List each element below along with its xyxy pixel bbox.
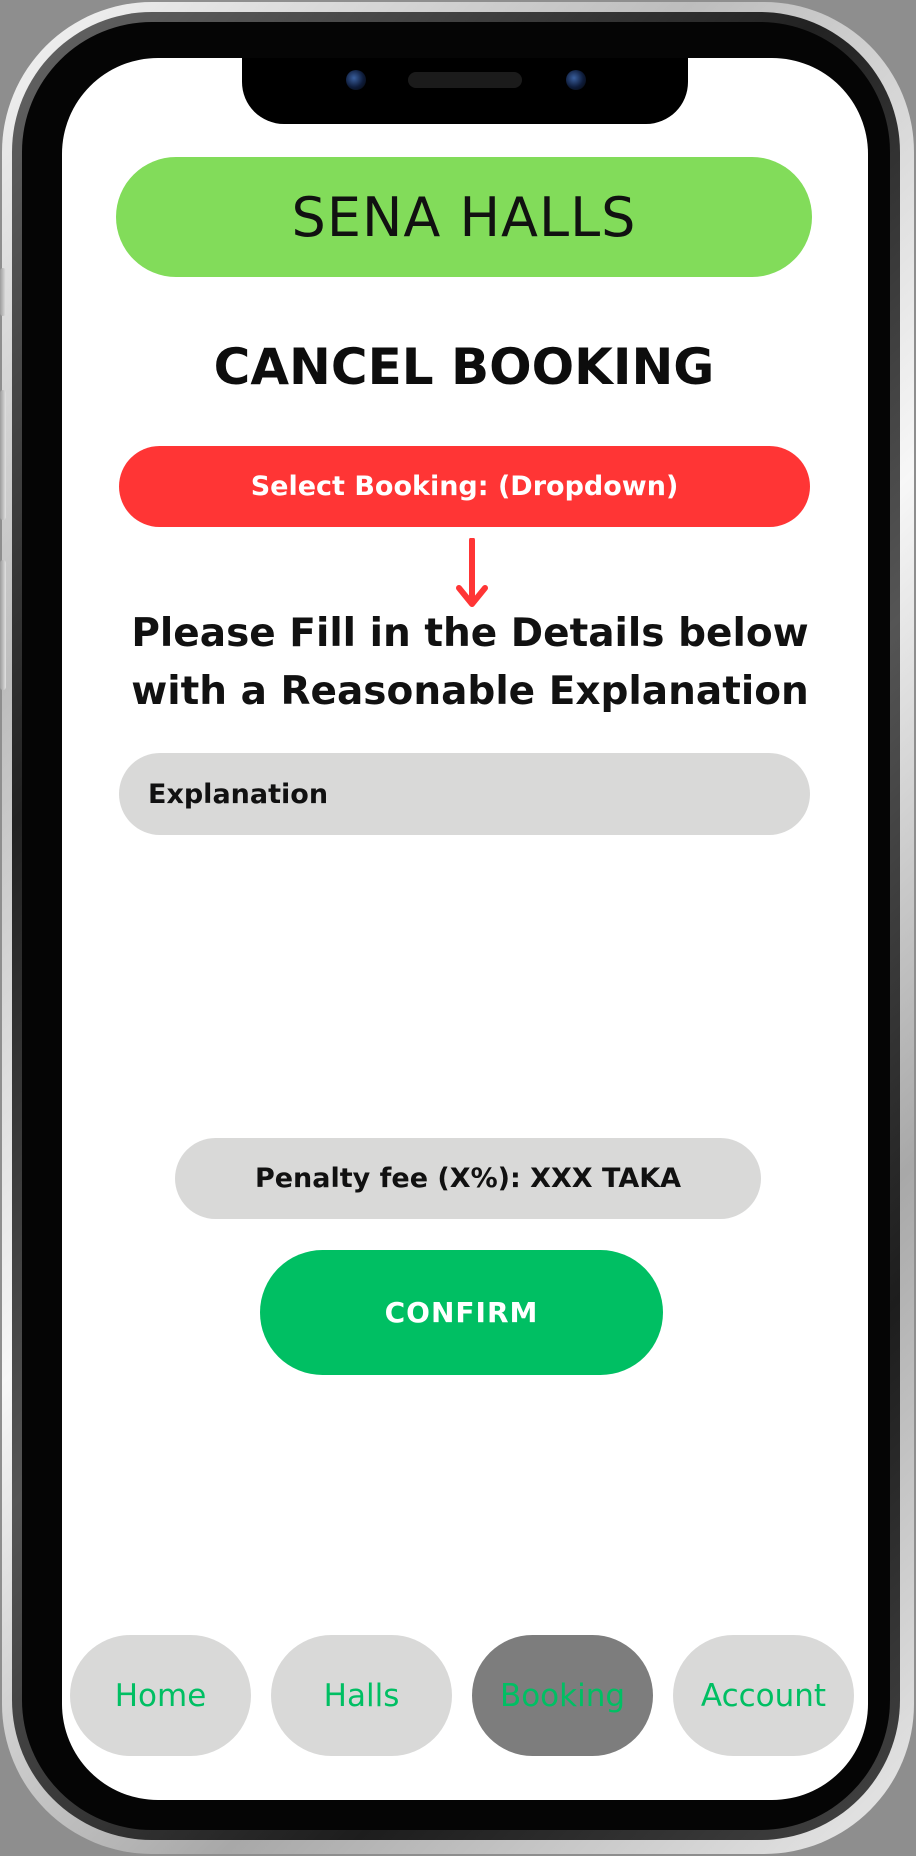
nav-item-label: Booking (499, 1677, 626, 1714)
app-brand-header: SENA HALLS (116, 157, 812, 277)
nav-item-label: Home (114, 1677, 207, 1714)
sensor-icon (566, 70, 586, 90)
nav-item-halls[interactable]: Halls (271, 1635, 452, 1756)
app-screen (62, 58, 868, 1800)
speaker-grille (408, 72, 522, 88)
front-camera-icon (346, 70, 366, 90)
nav-item-home[interactable]: Home (70, 1635, 251, 1756)
instructions-line-1: Please Fill in the Details below (131, 611, 809, 656)
confirm-button[interactable]: CONFIRM (260, 1250, 663, 1375)
phone-notch (242, 58, 688, 124)
select-booking-label: Select Booking: (Dropdown) (250, 471, 679, 502)
confirm-button-label: CONFIRM (384, 1296, 539, 1329)
nav-item-label: Account (700, 1677, 827, 1714)
nav-item-label: Halls (323, 1677, 400, 1714)
instructions-text: Please Fill in the Details below with a … (130, 605, 810, 721)
side-button-mute (0, 268, 6, 316)
arrow-down-icon (456, 538, 488, 607)
instructions-line-2: with a Reasonable Explanation (131, 669, 809, 714)
select-booking-dropdown[interactable]: Select Booking: (Dropdown) (119, 446, 810, 527)
nav-item-account[interactable]: Account (673, 1635, 854, 1756)
side-button-volume-down (0, 560, 6, 690)
app-brand-title: SENA HALLS (291, 185, 637, 249)
explanation-input[interactable] (119, 753, 810, 835)
page-title: CANCEL BOOKING (213, 338, 715, 396)
penalty-fee-label: Penalty fee (X%): XXX TAKA (254, 1163, 682, 1194)
side-button-volume-up (0, 390, 6, 520)
nav-item-booking[interactable]: Booking (472, 1635, 653, 1756)
penalty-fee-display: Penalty fee (X%): XXX TAKA (175, 1138, 761, 1219)
